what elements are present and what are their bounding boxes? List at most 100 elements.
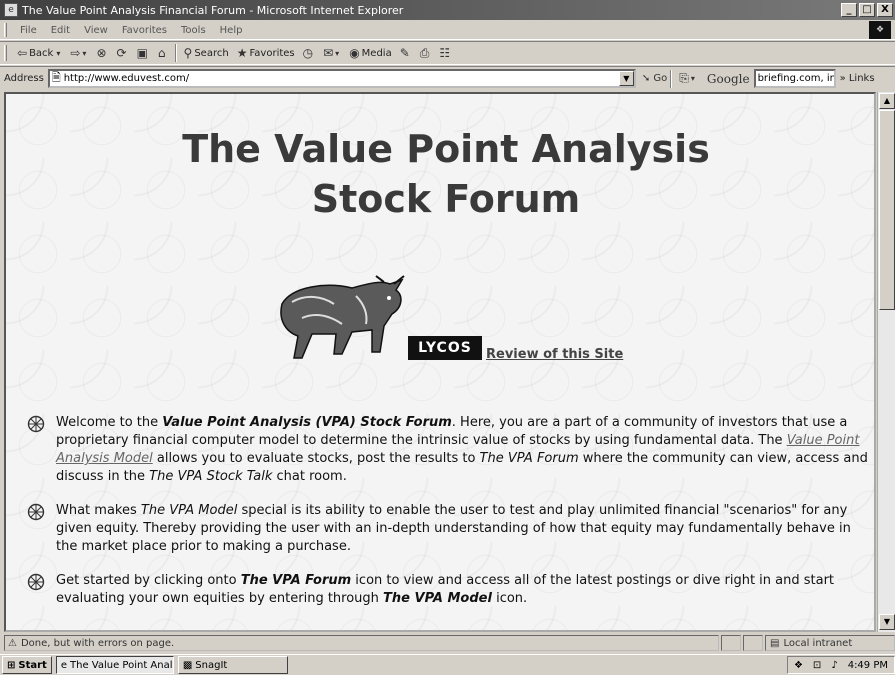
bullet-text-span: The VPA Model — [383, 591, 492, 606]
back-arrow-icon: ⇦ — [17, 46, 28, 60]
translate-button[interactable]: ⎘ ▾ — [675, 69, 701, 89]
scroll-up-button[interactable]: ▲ — [879, 93, 895, 109]
links-label: Links — [848, 73, 875, 84]
forward-button[interactable]: ⇨ ▾ — [66, 43, 92, 63]
bullet-globe-icon — [27, 503, 45, 521]
page-content: The Value Point Analysis Stock Forum LYC… — [4, 92, 876, 632]
back-label: Back — [29, 47, 54, 59]
ie-icon: e — [60, 659, 67, 671]
maximize-button[interactable]: □ — [859, 3, 875, 17]
search-button[interactable]: ⚲ Search — [180, 43, 233, 63]
chevron-down-icon: ▾ — [690, 74, 695, 83]
intranet-icon: ▤ — [770, 637, 780, 649]
scroll-thumb[interactable] — [879, 110, 895, 310]
history-button[interactable]: ◷ — [299, 43, 319, 63]
chevron-down-icon: ▾ — [82, 48, 87, 58]
taskbar: ⊞Start eThe Value Point Analysis ... ▩Sn… — [0, 654, 895, 675]
page-title: The Value Point Analysis Stock Forum — [6, 124, 874, 224]
lycos-logo-text: LYCOS — [418, 340, 472, 356]
security-zone-label: Local intranet — [783, 637, 853, 649]
google-toolbar-label[interactable]: Google — [707, 72, 750, 86]
address-input[interactable] — [63, 73, 619, 84]
start-button[interactable]: ⊞ Start — [2, 656, 52, 674]
discuss-button[interactable]: ☷ — [435, 43, 456, 63]
bullet-text-span: Value Point Analysis (VPA) Stock Forum — [162, 415, 452, 430]
network-icon[interactable]: ⊡ — [813, 660, 821, 671]
bullet-text-span: The VPA Forum — [479, 451, 579, 466]
go-arrow-icon: ➘ — [641, 73, 651, 84]
status-lock-cell — [743, 635, 763, 651]
toolbar-grip[interactable] — [4, 45, 7, 61]
vertical-scrollbar[interactable]: ▲ ▼ — [877, 92, 895, 632]
bullet-text-span: The VPA Forum — [240, 573, 352, 588]
page-title-line2: Stock Forum — [311, 177, 581, 221]
ie-page-icon: e — [4, 3, 18, 17]
task-ie-label: The Value Point Analysis ... — [70, 659, 173, 671]
bullet-text-span: Get started by clicking onto — [56, 573, 241, 588]
go-button[interactable]: ➘ Go — [642, 73, 667, 84]
bullet-globe-icon — [27, 573, 45, 591]
bullet-globe-icon — [27, 415, 45, 433]
page-title-line1: The Value Point Analysis — [182, 127, 710, 171]
home-icon: ⌂ — [157, 46, 166, 60]
print-preview-button[interactable]: ▣ — [133, 43, 154, 63]
mail-button[interactable]: ✉ ▾ — [319, 43, 345, 63]
title-bar[interactable]: e The Value Point Analysis Financial For… — [0, 0, 895, 20]
bullet-text-span: Welcome to the — [56, 415, 163, 430]
bullet-text: Get started by clicking onto The VPA For… — [56, 572, 874, 608]
tray-app-icon[interactable]: ❖ — [794, 660, 803, 671]
lycos-logo[interactable]: LYCOS — [408, 336, 482, 360]
scroll-down-button[interactable]: ▼ — [879, 614, 895, 630]
edit-button[interactable]: ✎ — [396, 43, 416, 63]
favorites-icon: ★ — [236, 46, 248, 60]
clock[interactable]: 4:49 PM — [848, 660, 888, 671]
address-label: Address — [4, 73, 44, 84]
go-label: Go — [653, 73, 668, 84]
security-zone[interactable]: ▤ Local intranet — [765, 635, 895, 651]
print-button[interactable]: ⎙ — [416, 43, 436, 63]
status-text-area: ⚠ Done, but with errors on page. — [4, 635, 719, 651]
menu-file[interactable]: File — [13, 25, 44, 36]
toolbar-separator — [670, 69, 673, 88]
close-button[interactable]: X — [877, 3, 893, 17]
intro-bullets: Welcome to the Value Point Analysis (VPA… — [26, 414, 874, 624]
review-of-site-link[interactable]: Review of this Site — [486, 347, 623, 362]
volume-icon[interactable]: ♪ — [831, 660, 837, 671]
google-search-input[interactable]: briefing.com, indust — [753, 69, 836, 88]
status-progress-cell — [721, 635, 741, 651]
standard-toolbar: ⇦ Back ▾ ⇨ ▾ ⊗ ⟳ ▣ ⌂ ⚲ Search ★ Favorites ◷ ✉… — [0, 41, 895, 65]
bullet-text-span: icon. — [491, 591, 528, 606]
media-button[interactable]: ◉ Media — [345, 43, 396, 63]
address-bar: Address 🗎 ▼ ➘ Go ⎘▾ Google briefing.com,… — [0, 66, 895, 90]
windows-logo-icon: ⊞ — [7, 659, 16, 671]
system-tray: ❖ ⊡ ♪ 4:49 PM — [786, 656, 895, 674]
minimize-button[interactable]: _ — [841, 3, 857, 17]
favorites-label: Favorites — [249, 47, 295, 59]
toolbar-grip[interactable] — [4, 23, 7, 37]
menu-favorites[interactable]: Favorites — [115, 25, 174, 36]
translate-icon: ⎘ — [679, 71, 689, 85]
search-label: Search — [194, 47, 229, 59]
favorites-button[interactable]: ★ Favorites — [233, 43, 299, 63]
links-button[interactable]: » Links — [840, 73, 875, 84]
chevron-down-icon: ▾ — [56, 48, 61, 58]
media-icon: ◉ — [349, 46, 360, 60]
address-field[interactable]: 🗎 ▼ — [47, 69, 636, 88]
stop-button[interactable]: ⊗ — [92, 43, 112, 63]
task-snagit[interactable]: ▩ SnagIt — [177, 656, 288, 674]
print-preview-icon: ▣ — [136, 46, 148, 60]
intro-bullet: Welcome to the Value Point Analysis (VPA… — [26, 414, 874, 486]
address-dropdown-button[interactable]: ▼ — [618, 71, 634, 86]
refresh-button[interactable]: ⟳ — [113, 43, 133, 63]
bullet-text-span: The VPA Stock Talk — [149, 469, 273, 484]
menu-edit[interactable]: Edit — [44, 25, 77, 36]
menu-tools[interactable]: Tools — [174, 25, 213, 36]
home-button[interactable]: ⌂ — [154, 43, 172, 63]
task-ie-window[interactable]: eThe Value Point Analysis ... — [55, 656, 174, 674]
edit-icon: ✎ — [399, 46, 410, 60]
page-warning-icon[interactable]: ⚠ — [8, 638, 17, 649]
bullet-text: What makes The VPA Model special is its … — [56, 502, 874, 556]
back-button[interactable]: ⇦ Back ▾ — [13, 43, 66, 63]
menu-view[interactable]: View — [77, 25, 115, 36]
menu-help[interactable]: Help — [213, 25, 250, 36]
